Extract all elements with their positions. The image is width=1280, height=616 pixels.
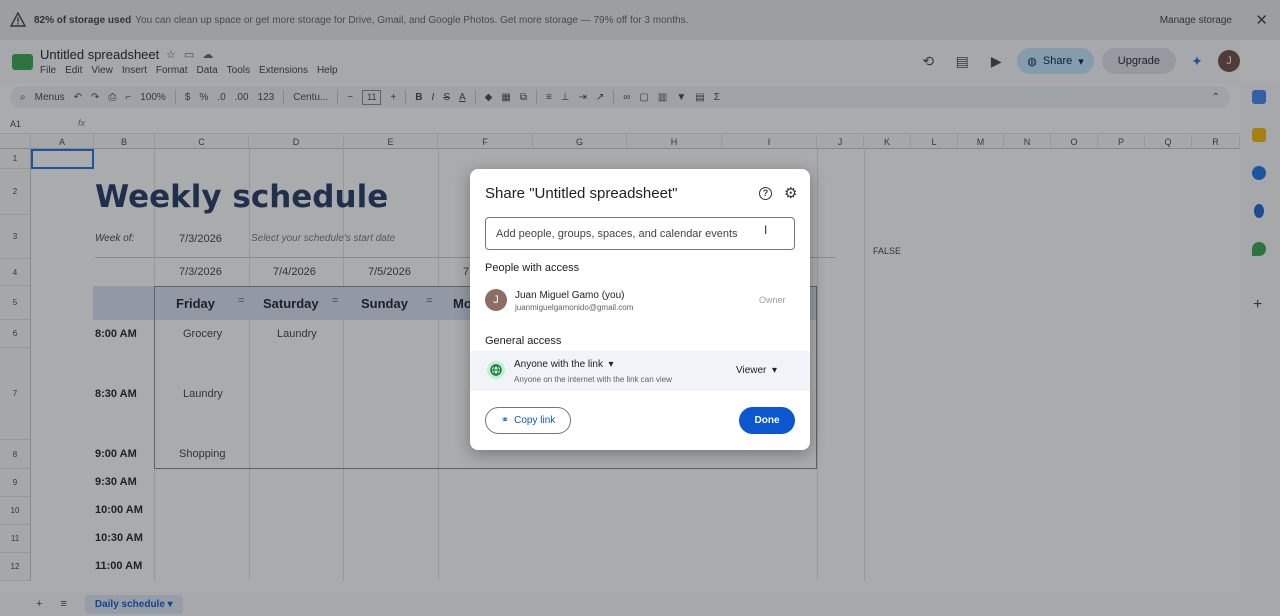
person-email: juanmiguelgamonido@gmail.com xyxy=(515,303,634,312)
link-access-select[interactable]: Anyone with the link ▾ xyxy=(514,359,614,370)
help-icon[interactable]: ? xyxy=(759,187,772,200)
done-button[interactable]: Done xyxy=(739,407,795,434)
general-access-row: Anyone with the link ▾ Anyone on the int… xyxy=(470,351,810,391)
copy-link-button[interactable]: ⚭ Copy link xyxy=(485,407,571,434)
link-access-description: Anyone on the internet with the link can… xyxy=(514,375,672,384)
general-access-heading: General access xyxy=(485,335,562,347)
people-heading: People with access xyxy=(485,262,580,274)
role-select[interactable]: Viewer ▾ xyxy=(736,365,777,376)
chevron-down-icon: ▾ xyxy=(771,365,777,376)
dialog-title: Share "Untitled spreadsheet" xyxy=(485,185,678,202)
role-label: Viewer xyxy=(736,365,767,376)
text-cursor-icon: I xyxy=(764,223,768,237)
chevron-down-icon: ▾ xyxy=(608,359,614,370)
link-icon: ⚭ xyxy=(500,415,510,426)
globe-icon xyxy=(487,361,505,379)
gear-icon[interactable]: ⚙ xyxy=(784,184,797,202)
avatar: J xyxy=(485,289,507,311)
link-access-label: Anyone with the link xyxy=(514,359,603,370)
copy-link-label: Copy link xyxy=(514,415,556,426)
person-name: Juan Miguel Gamo (you) xyxy=(515,290,625,301)
person-role: Owner xyxy=(759,295,786,305)
add-people-input[interactable] xyxy=(485,217,795,250)
share-dialog: Share "Untitled spreadsheet" ? ⚙ I Peopl… xyxy=(470,169,810,450)
